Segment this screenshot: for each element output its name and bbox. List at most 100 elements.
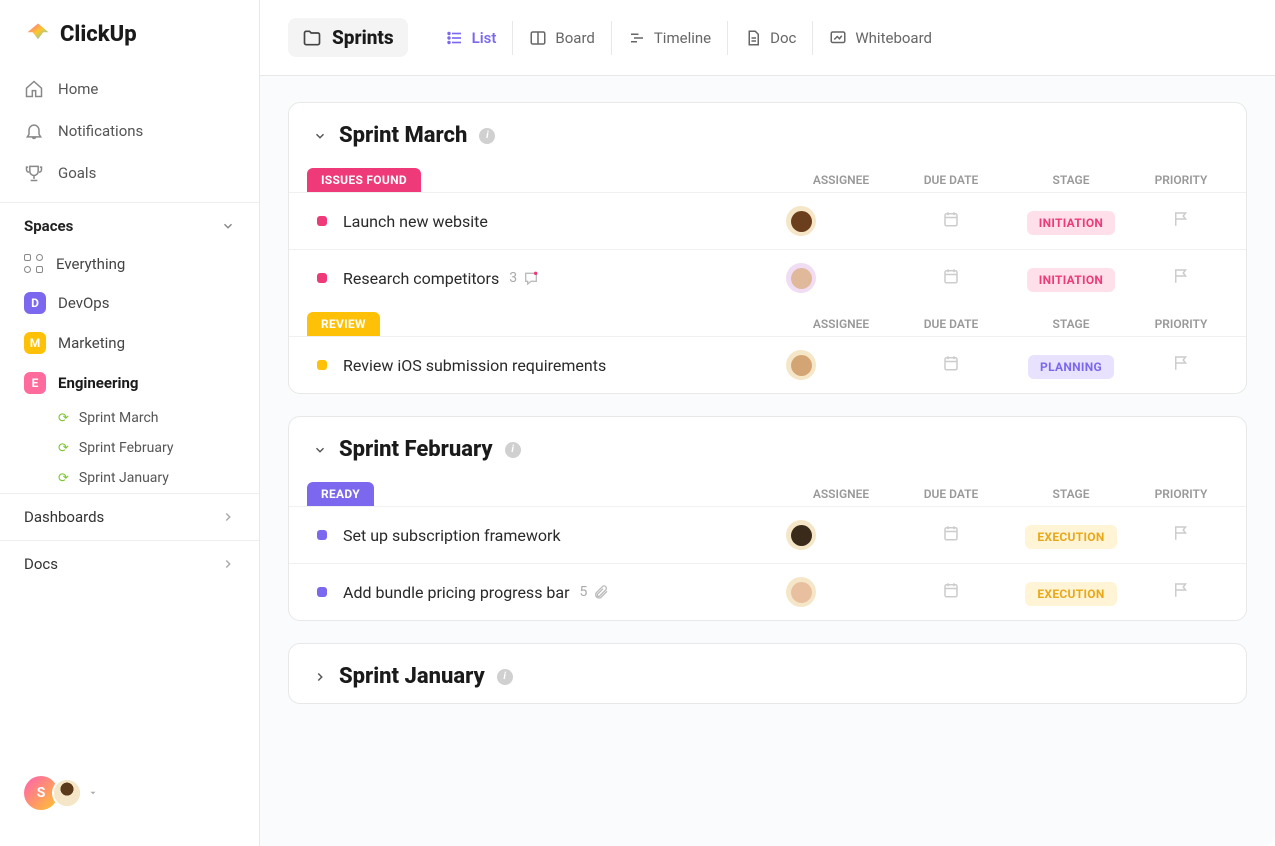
col-assignee: ASSIGNEE xyxy=(786,317,896,331)
col-stage: STAGE xyxy=(1006,487,1136,501)
home-icon xyxy=(24,79,44,99)
task-row[interactable]: Review iOS submission requirements PLANN… xyxy=(289,336,1246,393)
col-priority: PRIORITY xyxy=(1136,317,1226,331)
flag-icon[interactable] xyxy=(1172,210,1190,228)
calendar-icon[interactable] xyxy=(942,210,960,228)
assignee-avatar[interactable] xyxy=(786,350,816,380)
assignee-avatar[interactable] xyxy=(786,206,816,236)
stage-badge[interactable]: INITIATION xyxy=(1027,211,1115,235)
trophy-icon xyxy=(24,163,44,183)
nav-home[interactable]: Home xyxy=(0,68,259,110)
task-status-square[interactable] xyxy=(317,360,327,370)
stage-badge[interactable]: EXECUTION xyxy=(1025,525,1116,549)
sprint-link[interactable]: ⟳Sprint February xyxy=(0,433,259,463)
assignee-avatar[interactable] xyxy=(786,263,816,293)
task-row[interactable]: Research competitors 3 INITIATION xyxy=(289,249,1246,306)
task-status-square[interactable] xyxy=(317,530,327,540)
assignee-avatar[interactable] xyxy=(786,577,816,607)
sprint-title: Sprint March xyxy=(339,123,467,148)
content: Sprint March i ISSUES FOUND ASSIGNEE DUE… xyxy=(260,76,1275,752)
status-group-header: REVIEW ASSIGNEE DUE DATE STAGE PRIORITY xyxy=(289,306,1246,336)
calendar-icon[interactable] xyxy=(942,354,960,372)
sprint-header[interactable]: Sprint January i xyxy=(289,644,1246,703)
status-group-header: READY ASSIGNEE DUE DATE STAGE PRIORITY xyxy=(289,476,1246,506)
task-status-square[interactable] xyxy=(317,273,327,283)
view-tab-whiteboard[interactable]: Whiteboard xyxy=(812,21,948,55)
info-icon[interactable]: i xyxy=(479,128,495,144)
status-pill[interactable]: REVIEW xyxy=(307,312,380,336)
attachment-icon xyxy=(593,584,609,600)
sprint-card: Sprint February i READY ASSIGNEE DUE DAT… xyxy=(288,416,1247,621)
col-stage: STAGE xyxy=(1006,173,1136,187)
sprint-header[interactable]: Sprint February i xyxy=(289,417,1246,476)
main: Sprints ListBoardTimelineDocWhiteboard S… xyxy=(260,0,1275,846)
col-priority: PRIORITY xyxy=(1136,487,1226,501)
task-row[interactable]: Set up subscription framework EXECUTION xyxy=(289,506,1246,563)
caret-down-icon xyxy=(88,788,98,798)
chevron-right-icon xyxy=(221,510,235,524)
stage-badge[interactable]: PLANNING xyxy=(1028,355,1114,379)
status-pill[interactable]: READY xyxy=(307,482,374,506)
view-tab-doc[interactable]: Doc xyxy=(727,21,812,55)
info-icon[interactable]: i xyxy=(505,442,521,458)
chevron-right-icon xyxy=(221,557,235,571)
nav-goals[interactable]: Goals xyxy=(0,152,259,194)
sprint-title: Sprint February xyxy=(339,437,493,462)
bell-icon xyxy=(24,121,44,141)
task-status-square[interactable] xyxy=(317,587,327,597)
sprint-link[interactable]: ⟳Sprint January xyxy=(0,463,259,493)
chevron-down-icon xyxy=(313,443,327,457)
view-tabs: ListBoardTimelineDocWhiteboard xyxy=(430,21,948,55)
everything-icon xyxy=(24,254,44,274)
calendar-icon[interactable] xyxy=(942,524,960,542)
flag-icon[interactable] xyxy=(1172,267,1190,285)
view-tab-timeline[interactable]: Timeline xyxy=(611,21,727,55)
flag-icon[interactable] xyxy=(1172,524,1190,542)
space-item-devops[interactable]: DDevOps xyxy=(0,283,259,323)
task-status-square[interactable] xyxy=(317,216,327,226)
info-icon[interactable]: i xyxy=(497,669,513,685)
task-title: Set up subscription framework xyxy=(343,526,561,545)
sprint-header[interactable]: Sprint March i xyxy=(289,103,1246,162)
folder-title[interactable]: Sprints xyxy=(288,18,408,57)
col-assignee: ASSIGNEE xyxy=(786,487,896,501)
assignee-avatar[interactable] xyxy=(786,520,816,550)
space-badge: M xyxy=(24,332,46,354)
flag-icon[interactable] xyxy=(1172,354,1190,372)
topbar: Sprints ListBoardTimelineDocWhiteboard xyxy=(260,0,1275,76)
space-item-engineering[interactable]: EEngineering xyxy=(0,363,259,403)
col-assignee: ASSIGNEE xyxy=(786,173,896,187)
space-item-marketing[interactable]: MMarketing xyxy=(0,323,259,363)
task-title: Review iOS submission requirements xyxy=(343,356,606,375)
spaces-header[interactable]: Spaces xyxy=(0,202,259,245)
view-tab-board[interactable]: Board xyxy=(512,21,610,55)
user-avatar-secondary xyxy=(52,778,82,808)
sprint-card: Sprint January i xyxy=(288,643,1247,704)
sprint-card: Sprint March i ISSUES FOUND ASSIGNEE DUE… xyxy=(288,102,1247,394)
col-priority: PRIORITY xyxy=(1136,173,1226,187)
calendar-icon[interactable] xyxy=(942,581,960,599)
stage-badge[interactable]: INITIATION xyxy=(1027,268,1115,292)
sprint-link[interactable]: ⟳Sprint March xyxy=(0,403,259,433)
dashboards-link[interactable]: Dashboards xyxy=(0,493,259,540)
logo[interactable]: ClickUp xyxy=(0,20,259,68)
chat-icon xyxy=(523,270,539,286)
status-group-header: ISSUES FOUND ASSIGNEE DUE DATE STAGE PRI… xyxy=(289,162,1246,192)
stage-badge[interactable]: EXECUTION xyxy=(1025,582,1116,606)
task-title: Launch new website xyxy=(343,212,488,231)
task-row[interactable]: Add bundle pricing progress bar 5 EXECUT… xyxy=(289,563,1246,620)
space-badge: D xyxy=(24,292,46,314)
chevron-down-icon xyxy=(313,129,327,143)
docs-link[interactable]: Docs xyxy=(0,540,259,587)
calendar-icon[interactable] xyxy=(942,267,960,285)
chevron-down-icon xyxy=(221,219,235,233)
sprint-icon: ⟳ xyxy=(58,471,69,486)
task-row[interactable]: Launch new website INITIATION xyxy=(289,192,1246,249)
flag-icon[interactable] xyxy=(1172,581,1190,599)
nav-notifications[interactable]: Notifications xyxy=(0,110,259,152)
status-pill[interactable]: ISSUES FOUND xyxy=(307,168,421,192)
everything-item[interactable]: Everything xyxy=(0,245,259,283)
clickup-logo-icon xyxy=(24,20,52,48)
view-tab-list[interactable]: List xyxy=(430,21,513,55)
user-selector[interactable]: S xyxy=(0,760,259,826)
